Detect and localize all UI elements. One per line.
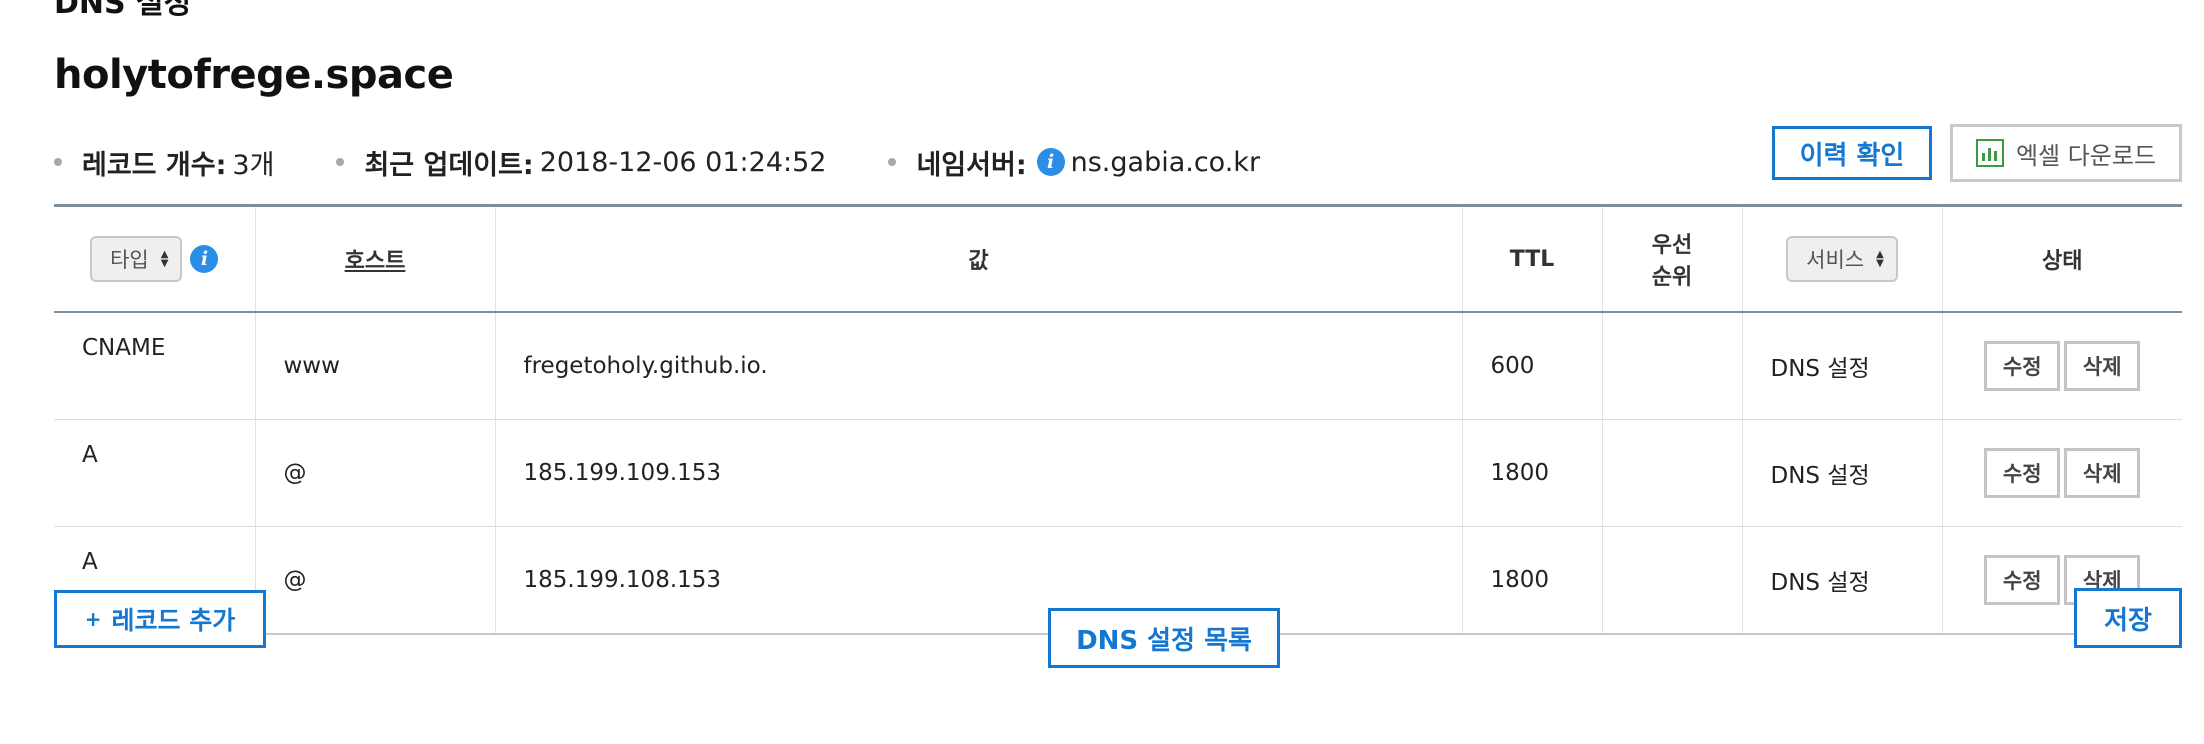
updated-label: 최근 업데이트:	[364, 149, 534, 181]
record-ttl: 600	[1461, 311, 1602, 420]
delete-button[interactable]: 삭제	[2064, 341, 2141, 391]
bullet-dot	[54, 158, 62, 166]
record-service: DNS 설정	[1741, 526, 1942, 635]
dns-record-table: 타입 ▲ ▼ i 호스트 값 TTL 우선 순위 서비스 ▲ ▼ 상태 CNAM…	[54, 204, 2182, 635]
table-row: A @ 185.199.109.153 1800 DNS 설정 수정 삭제	[54, 419, 2182, 527]
record-priority	[1601, 419, 1742, 527]
record-host: www	[254, 311, 495, 420]
record-value: 185.199.109.153	[494, 419, 1462, 527]
priority-header-line2: 순위	[1651, 265, 1693, 290]
record-host: @	[254, 526, 495, 635]
add-record-label: 레코드 추가	[111, 606, 236, 635]
nameserver-value: ns.gabia.co.kr	[1070, 146, 1261, 178]
excel-chart-icon	[1975, 139, 2004, 167]
add-record-button[interactable]: + 레코드 추가	[54, 590, 266, 648]
edit-button[interactable]: 수정	[1984, 555, 2061, 605]
bullet-dot	[888, 158, 897, 166]
service-filter-label: 서비스	[1806, 248, 1865, 272]
excel-download-button[interactable]: 엑셀 다운로드	[1950, 124, 2182, 182]
type-filter-select[interactable]: 타입 ▲ ▼	[90, 236, 183, 282]
plus-icon: +	[84, 607, 102, 631]
info-icon[interactable]: i	[190, 245, 219, 273]
priority-header-line1: 우선	[1651, 233, 1693, 258]
summary-updated: 최근 업데이트: 2018-12-06 01:24:52	[336, 143, 826, 182]
record-actions: 수정 삭제	[1941, 311, 2182, 420]
type-filter-label: 타입	[110, 248, 149, 272]
history-button[interactable]: 이력 확인	[1772, 126, 1932, 180]
record-service: DNS 설정	[1741, 419, 1942, 527]
dns-list-button[interactable]: DNS 설정 목록	[1048, 608, 1280, 668]
record-ttl: 1800	[1461, 419, 1602, 527]
info-icon[interactable]: i	[1036, 148, 1065, 176]
priority-header: 우선 순위	[1601, 205, 1742, 312]
value-header: 값	[494, 205, 1462, 312]
nameserver-label: 네임서버:	[916, 149, 1027, 181]
summary-record-count: 레코드 개수: 3개	[54, 143, 274, 182]
excel-download-label: 엑셀 다운로드	[2015, 141, 2157, 170]
table-header-row: 타입 ▲ ▼ i 호스트 값 TTL 우선 순위 서비스 ▲ ▼ 상태	[54, 205, 2182, 313]
record-actions: 수정 삭제	[1941, 419, 2182, 527]
table-row: CNAME www fregetoholy.github.io. 600 DNS…	[54, 311, 2182, 420]
sort-arrows-icon: ▲ ▼	[160, 249, 169, 269]
type-header: 타입 ▲ ▼ i	[54, 206, 255, 313]
record-value: 185.199.108.153	[494, 526, 1462, 635]
service-filter-select[interactable]: 서비스 ▲ ▼	[1786, 236, 1898, 282]
sort-arrows-icon: ▲ ▼	[1876, 249, 1884, 269]
host-header-label[interactable]: 호스트	[345, 249, 406, 274]
record-type: CNAME	[54, 311, 255, 420]
record-type: A	[54, 419, 255, 527]
ttl-header: TTL	[1461, 205, 1602, 312]
edit-button[interactable]: 수정	[1984, 341, 2061, 391]
summary-nameserver: 네임서버: i ns.gabia.co.kr	[888, 143, 1260, 182]
record-priority	[1601, 311, 1742, 420]
status-header: 상태	[1941, 205, 2182, 312]
record-service: DNS 설정	[1741, 311, 1942, 420]
host-header[interactable]: 호스트	[254, 205, 495, 312]
record-count-label: 레코드 개수:	[82, 149, 227, 181]
edit-button[interactable]: 수정	[1984, 448, 2061, 498]
updated-value: 2018-12-06 01:24:52	[539, 146, 827, 178]
record-summary: 레코드 개수: 3개 최근 업데이트: 2018-12-06 01:24:52 …	[54, 142, 1322, 182]
record-value: fregetoholy.github.io.	[494, 311, 1462, 420]
record-host: @	[254, 419, 495, 527]
section-title: DNS 설정	[54, 0, 192, 21]
delete-button[interactable]: 삭제	[2064, 448, 2141, 498]
service-header: 서비스 ▲ ▼	[1741, 205, 1942, 312]
save-button[interactable]: 저장	[2074, 588, 2182, 648]
record-count-value: 3개	[232, 149, 275, 181]
record-ttl: 1800	[1461, 526, 1602, 635]
bullet-dot	[336, 158, 345, 166]
record-priority	[1601, 526, 1742, 635]
domain-title: holytofrege.space	[54, 52, 454, 98]
